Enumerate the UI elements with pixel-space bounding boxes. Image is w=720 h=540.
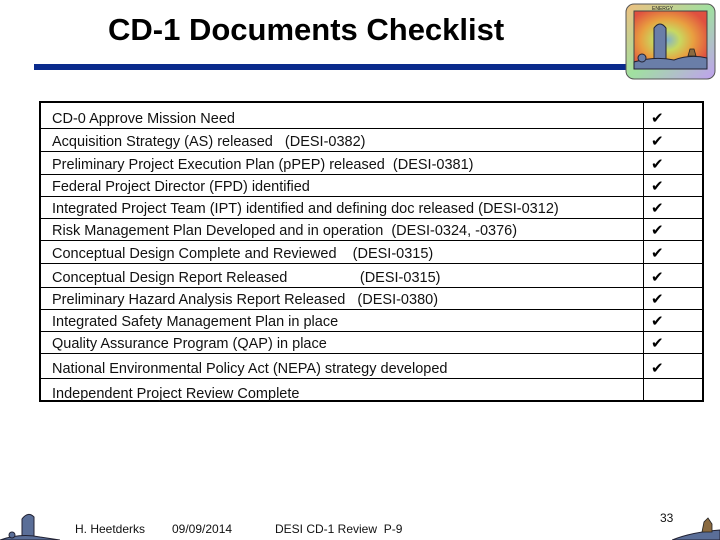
- checkmark-icon: ✔: [651, 132, 664, 150]
- checklist-item-label: Conceptual Design Report Released (DESI-…: [52, 270, 441, 286]
- checklist-item-label: Risk Management Plan Developed and in op…: [52, 223, 518, 239]
- checklist-row: National Environmental Policy Act (NEPA)…: [41, 354, 702, 379]
- checklist-row: Quality Assurance Program (QAP) in place…: [41, 332, 702, 354]
- checkmark-icon: ✔: [651, 221, 664, 239]
- checkmark-icon: ✔: [651, 199, 664, 217]
- checklist-item-label: Independent Project Review Complete: [52, 386, 300, 402]
- checkmark-icon: ✔: [651, 312, 664, 330]
- checkmark-icon: ✔: [651, 177, 664, 195]
- checklist-table: CD-0 Approve Mission Need ✔ Acquisition St…: [39, 101, 704, 402]
- dark-energy-survey-logo-icon: ENERGY: [625, 3, 716, 80]
- checkmark-icon: ✔: [651, 109, 664, 127]
- checklist-item-label: Preliminary Project Execution Plan (pPEP…: [52, 157, 474, 173]
- checklist-row: Integrated Safety Management Plan in pla…: [41, 310, 702, 332]
- checklist-row: Integrated Project Team (IPT) identified…: [41, 197, 702, 219]
- checklist-row: CD-0 Approve Mission Need ✔: [41, 103, 702, 129]
- footer-date: 09/09/2014: [172, 522, 233, 536]
- checklist-row: Acquisition Strategy (AS) released (DESI…: [41, 129, 702, 152]
- checkmark-icon: ✔: [651, 155, 664, 173]
- coyote-illustration-icon: [672, 517, 720, 540]
- title-underline-bar: [34, 64, 626, 70]
- checklist-row: Federal Project Director (FPD) identifie…: [41, 175, 702, 197]
- logo-text-top: ENERGY: [652, 6, 674, 12]
- checklist-row: Independent Project Review Complete: [41, 379, 702, 403]
- observatory-illustration-icon: [0, 513, 60, 540]
- checklist-row: Conceptual Design Report Released (DESI-…: [41, 264, 702, 288]
- checklist-item-label: Integrated Safety Management Plan in pla…: [52, 314, 339, 330]
- checklist-item-label: Conceptual Design Complete and Reviewed …: [52, 246, 434, 262]
- checkmark-icon: ✔: [651, 290, 664, 308]
- checklist-item-label: Integrated Project Team (IPT) identified…: [52, 201, 559, 217]
- checkmark-icon: ✔: [651, 359, 664, 377]
- checkmark-icon: ✔: [651, 244, 664, 262]
- checklist-item-label: Preliminary Hazard Analysis Report Relea…: [52, 292, 439, 308]
- checklist-row: Preliminary Project Execution Plan (pPEP…: [41, 152, 702, 175]
- slide-title: CD-1 Documents Checklist: [108, 12, 505, 47]
- checklist-item-label: Quality Assurance Program (QAP) in place: [52, 336, 327, 352]
- footer-author: H. Heetderks: [75, 522, 146, 536]
- checklist-item-label: CD-0 Approve Mission Need: [52, 111, 235, 127]
- footer-event: DESI CD-1 Review P-9: [275, 522, 403, 536]
- checklist-row: Conceptual Design Complete and Reviewed …: [41, 241, 702, 264]
- checklist-row: Preliminary Hazard Analysis Report Relea…: [41, 288, 702, 310]
- checklist-item-label: National Environmental Policy Act (NEPA)…: [52, 361, 448, 377]
- checklist-row: Risk Management Plan Developed and in op…: [41, 219, 702, 241]
- checkmark-icon: ✔: [651, 268, 664, 286]
- checklist-item-label: Federal Project Director (FPD) identifie…: [52, 179, 310, 195]
- checkmark-icon: ✔: [651, 334, 664, 352]
- checklist-item-label: Acquisition Strategy (AS) released (DESI…: [52, 134, 366, 150]
